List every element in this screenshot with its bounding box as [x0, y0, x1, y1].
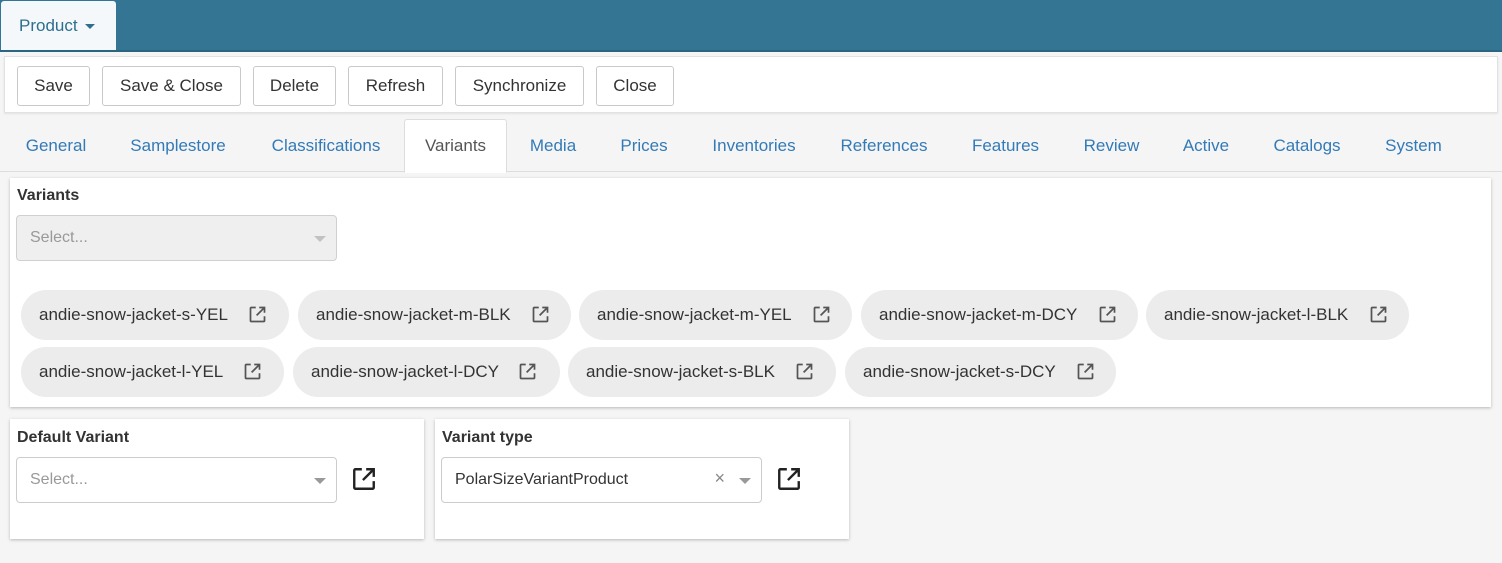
top-bar: Product [0, 0, 1502, 52]
tab-classifications[interactable]: Classifications [254, 119, 398, 172]
external-link-icon[interactable] [794, 361, 815, 382]
tab-features[interactable]: Features [955, 119, 1056, 172]
tab-inventories[interactable]: Inventories [695, 119, 813, 172]
save-close-button[interactable]: Save & Close [102, 66, 241, 106]
delete-button[interactable]: Delete [253, 66, 336, 106]
tab-bar: General Samplestore Classifications Vari… [0, 119, 1502, 173]
default-variant-panel: Default Variant Select... [10, 419, 424, 539]
external-link-icon[interactable] [530, 304, 551, 325]
tab-media[interactable]: Media [514, 119, 592, 172]
tab-general[interactable]: General [10, 119, 102, 172]
variant-chip[interactable]: andie-snow-jacket-s-DCY [845, 347, 1116, 397]
save-button[interactable]: Save [17, 66, 90, 106]
external-link-icon[interactable] [1368, 304, 1389, 325]
external-link-icon[interactable] [242, 361, 263, 382]
variants-select[interactable]: Select... [16, 215, 337, 261]
product-menu-button[interactable]: Product [1, 1, 116, 50]
default-variant-select[interactable]: Select... [16, 457, 337, 503]
variant-chip[interactable]: andie-snow-jacket-m-YEL [579, 290, 852, 340]
variant-chip-label: andie-snow-jacket-m-DCY [879, 305, 1078, 324]
clear-icon[interactable]: × [714, 468, 725, 489]
variant-type-label: Variant type [442, 429, 533, 446]
tab-review[interactable]: Review [1067, 119, 1156, 172]
chevron-down-icon [314, 478, 326, 484]
caret-down-icon [84, 24, 95, 29]
product-menu-label: Product [19, 15, 78, 35]
refresh-button[interactable]: Refresh [348, 66, 443, 106]
variant-chip-label: andie-snow-jacket-l-BLK [1164, 305, 1349, 324]
variant-chip[interactable]: andie-snow-jacket-s-YEL [21, 290, 289, 340]
default-variant-placeholder: Select... [30, 471, 88, 488]
external-link-icon[interactable] [811, 304, 832, 325]
tab-samplestore[interactable]: Samplestore [113, 119, 243, 172]
variant-chip-label: andie-snow-jacket-s-DCY [863, 362, 1056, 381]
action-toolbar: Save Save & Close Delete Refresh Synchro… [4, 56, 1498, 113]
synchronize-button[interactable]: Synchronize [455, 66, 584, 106]
external-link-icon[interactable] [517, 361, 538, 382]
variants-select-placeholder: Select... [30, 229, 88, 246]
variant-type-value: PolarSizeVariantProduct [455, 471, 629, 488]
tab-catalogs[interactable]: Catalogs [1257, 119, 1357, 172]
tab-active[interactable]: Active [1166, 119, 1246, 172]
variant-chip-label: andie-snow-jacket-l-YEL [39, 362, 224, 381]
external-link-icon[interactable] [351, 466, 377, 492]
external-link-icon[interactable] [247, 304, 268, 325]
variant-chip-label: andie-snow-jacket-s-YEL [39, 305, 228, 324]
variant-chip-label: andie-snow-jacket-m-YEL [597, 305, 792, 324]
external-link-icon[interactable] [1075, 361, 1096, 382]
tab-prices[interactable]: Prices [604, 119, 684, 172]
close-button[interactable]: Close [596, 66, 674, 106]
variants-panel: Variants Select... andie-snow-jacket-s-Y… [10, 178, 1491, 407]
tab-variants[interactable]: Variants [404, 119, 507, 173]
tab-references[interactable]: References [824, 119, 944, 172]
variant-chip-label: andie-snow-jacket-l-DCY [311, 362, 500, 381]
variants-label: Variants [17, 187, 80, 204]
variant-chip[interactable]: andie-snow-jacket-l-YEL [21, 347, 284, 397]
tab-system[interactable]: System [1368, 119, 1459, 172]
external-link-icon[interactable] [1097, 304, 1118, 325]
variant-chip-label: andie-snow-jacket-m-BLK [316, 305, 511, 324]
variant-chip[interactable]: andie-snow-jacket-l-DCY [293, 347, 560, 397]
variant-type-select[interactable]: PolarSizeVariantProduct × [441, 457, 762, 503]
variant-chip[interactable]: andie-snow-jacket-s-BLK [568, 347, 836, 397]
chevron-down-icon [739, 478, 751, 484]
variant-chip[interactable]: andie-snow-jacket-m-BLK [298, 290, 571, 340]
variant-type-panel: Variant type PolarSizeVariantProduct × [435, 419, 849, 539]
variant-chip-label: andie-snow-jacket-s-BLK [586, 362, 775, 381]
variant-chip[interactable]: andie-snow-jacket-m-DCY [861, 290, 1138, 340]
variant-chip[interactable]: andie-snow-jacket-l-BLK [1146, 290, 1409, 340]
default-variant-label: Default Variant [17, 429, 130, 446]
chevron-down-icon [314, 236, 326, 242]
external-link-icon[interactable] [776, 466, 802, 492]
